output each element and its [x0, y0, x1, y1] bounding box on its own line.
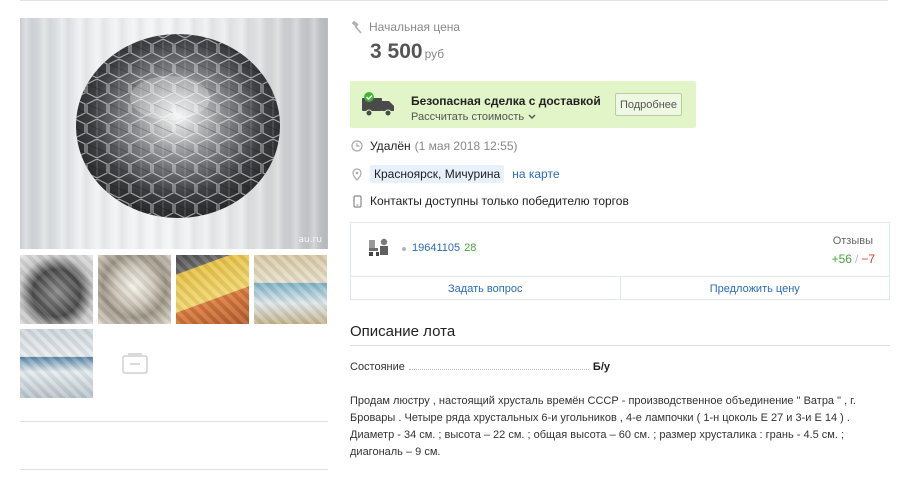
price-label-row: Начальная цена	[350, 20, 460, 34]
seller-id: 19641105	[412, 242, 461, 254]
thumbnail-texture	[176, 255, 249, 324]
reviews-positive: +56	[831, 252, 852, 266]
status-row: Удалён (1 мая 2018 12:55)	[350, 139, 518, 153]
phone-icon	[350, 194, 364, 208]
hammer-icon	[351, 20, 362, 34]
thumbnail-texture	[98, 255, 171, 324]
description-title: Описание лота	[350, 323, 456, 340]
location-city: Красноярск, Мичурина	[370, 165, 505, 183]
thumbnail-texture	[254, 255, 327, 324]
dotted-leader	[408, 369, 589, 370]
starting-price: 3 500 руб	[370, 40, 444, 64]
seller-profile-link[interactable]: 19641105 28	[412, 242, 476, 254]
clock-icon	[350, 140, 364, 152]
chevron-down-icon	[528, 114, 536, 119]
map-link[interactable]: на карте	[512, 167, 559, 181]
thumbnail-1[interactable]	[20, 255, 93, 324]
seller-avatar-icon[interactable]	[368, 237, 392, 257]
thumbnail-texture	[20, 255, 93, 324]
condition-row: Состояние Б/у	[350, 361, 610, 373]
main-photo[interactable]: au.ru	[20, 18, 328, 249]
thumbnail-4[interactable]	[254, 255, 327, 324]
description-divider	[350, 345, 890, 346]
location-pin-icon	[350, 167, 364, 181]
thumbnail-5[interactable]	[20, 329, 93, 398]
thumbnail-2[interactable]	[98, 255, 171, 324]
chandelier-image	[76, 34, 280, 218]
contacts-row: Контакты доступны только победителю торг…	[350, 194, 629, 208]
photo-watermark: au.ru	[298, 235, 322, 245]
photo-gallery: au.ru	[20, 18, 328, 470]
contacts-note: Контакты доступны только победителю торг…	[370, 194, 629, 208]
thumbnail-3[interactable]	[176, 255, 249, 324]
seller-rating: 28	[464, 242, 477, 254]
seller-actions: Задать вопрос Предложить цену	[351, 276, 889, 300]
condition-label: Состояние	[350, 361, 405, 373]
seller-info: 19641105 28 Отзывы +56/−7	[351, 223, 889, 276]
reviews-label: Отзывы	[832, 235, 873, 247]
offer-price-button[interactable]: Предложить цену	[619, 277, 890, 300]
top-divider	[20, 0, 888, 3]
calculate-cost-link[interactable]: Рассчитать стоимость	[411, 111, 536, 123]
safe-deal-banner: Безопасная сделка с доставкой Рассчитать…	[350, 81, 696, 128]
reviews-separator: /	[854, 252, 859, 266]
location-row: Красноярск, Мичурина на карте	[350, 165, 560, 183]
description-text: Продам люстру , настоящий хрусталь времё…	[350, 395, 856, 458]
empty-thumbnail-slot	[98, 329, 171, 398]
seller-card: 19641105 28 Отзывы +56/−7 Задать вопрос П…	[350, 222, 890, 300]
reviews-counts[interactable]: +56/−7	[832, 252, 875, 266]
calculate-cost-label: Рассчитать стоимость	[411, 111, 525, 123]
reviews-negative: −7	[861, 252, 875, 266]
price-label: Начальная цена	[369, 20, 461, 34]
condition-value: Б/у	[592, 361, 610, 373]
delivery-truck-icon	[362, 92, 394, 117]
more-info-button[interactable]: Подробнее	[615, 93, 682, 116]
lot-status: Удалён	[370, 139, 411, 153]
placeholder-photo-icon	[121, 352, 148, 374]
gallery-divider	[20, 469, 328, 470]
price-amount: 3 500	[370, 40, 423, 63]
gallery-divider	[20, 421, 328, 422]
safe-deal-title: Безопасная сделка с доставкой	[411, 94, 601, 108]
lot-status-date: (1 мая 2018 12:55)	[414, 139, 518, 153]
thumbnail-texture	[20, 329, 93, 398]
price-currency: руб	[424, 47, 445, 61]
online-status-dot	[402, 247, 406, 251]
ask-question-button[interactable]: Задать вопрос	[351, 277, 620, 300]
